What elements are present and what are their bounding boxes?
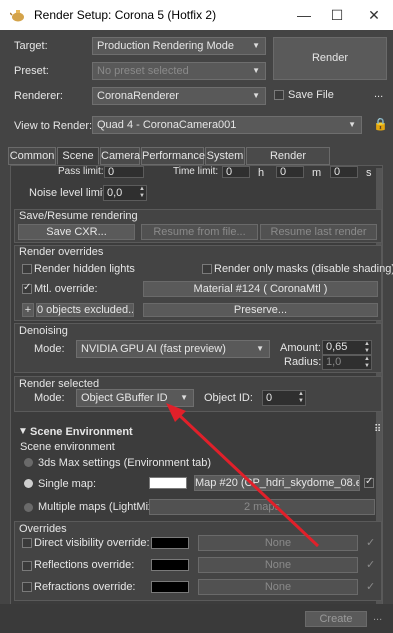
red-arrow-annotation: [166, 403, 320, 548]
render-setup-window: Render Setup: Corona 5 (Hotfix 2) — ☐ ✕ …: [0, 0, 393, 633]
